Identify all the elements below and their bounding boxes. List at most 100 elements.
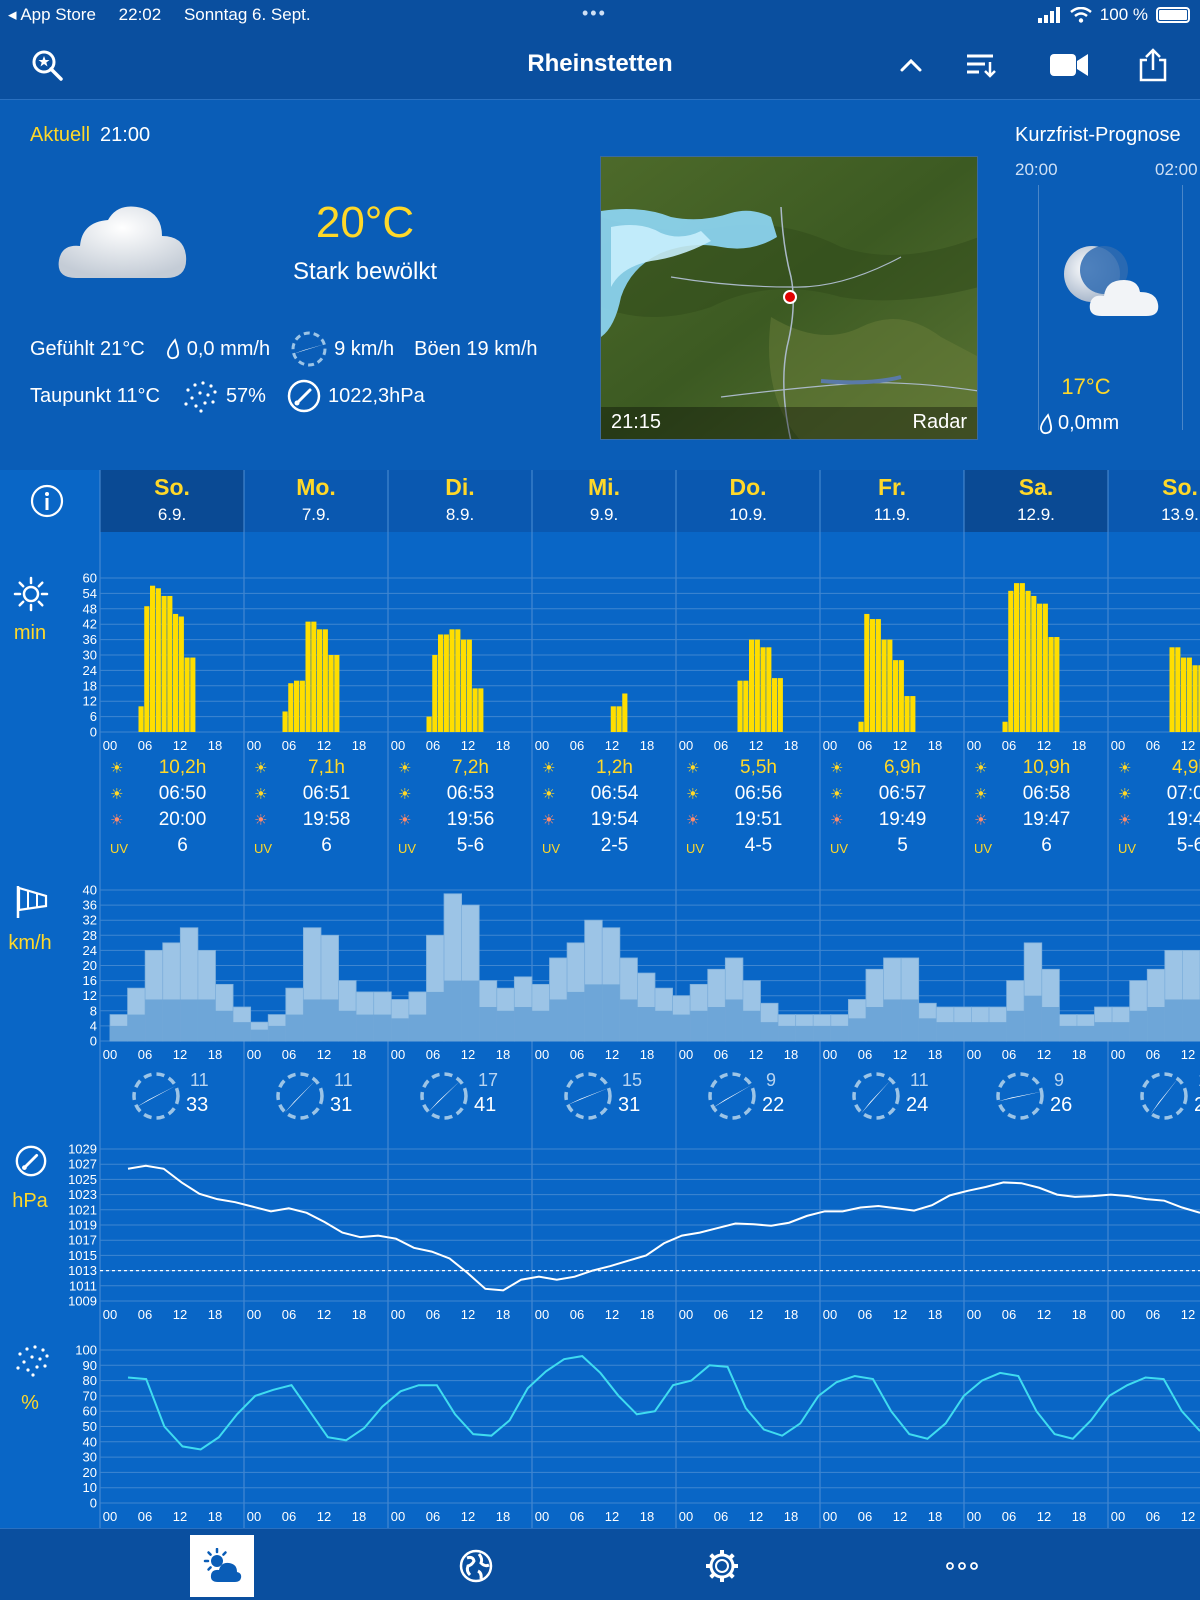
- x-tick-label: 18: [1072, 1509, 1086, 1524]
- sunset-time: 19:47: [1022, 809, 1071, 830]
- x-tick-label: 12: [173, 1509, 187, 1524]
- sunshine-bar: [466, 639, 472, 732]
- sunrise-time: 06:54: [590, 783, 639, 804]
- y-tick-label: 1009: [68, 1294, 97, 1309]
- y-tick-label: 18: [83, 678, 97, 693]
- y-tick-label: 1015: [68, 1248, 97, 1263]
- x-tick-label: 00: [247, 1509, 261, 1524]
- sunrise-time: 06:57: [878, 783, 927, 804]
- sunshine-bar: [1048, 637, 1054, 732]
- sunshine-bar: [622, 693, 628, 732]
- x-tick-label: 18: [640, 738, 654, 753]
- sunshine-bar: [749, 639, 755, 732]
- x-tick-label: 00: [247, 738, 261, 753]
- sunrise-time: 07:00: [1166, 783, 1200, 804]
- y-tick-label: 36: [83, 898, 97, 913]
- uv-index: 5: [897, 835, 908, 856]
- wind-mean-bar: [901, 999, 919, 1041]
- sun-icon: ☀: [110, 760, 124, 777]
- x-tick-label: 18: [496, 738, 510, 753]
- sunshine-bar: [443, 634, 449, 732]
- x-tick-label: 18: [928, 738, 942, 753]
- sunshine-bar: [322, 629, 328, 732]
- x-tick-label: 00: [967, 1307, 981, 1322]
- sunshine-bar: [190, 657, 196, 732]
- sunset-icon: ☀: [110, 812, 124, 829]
- wind-arrow-icon: [708, 1072, 756, 1120]
- x-tick-label: 00: [103, 1307, 117, 1322]
- y-tick-label: 1025: [68, 1172, 97, 1187]
- wind-mean-bar: [285, 1014, 304, 1041]
- sun-icon: ☀: [1118, 760, 1132, 777]
- x-tick-label: 06: [426, 1307, 440, 1322]
- sunshine-bar: [1181, 657, 1187, 732]
- y-tick-label: 1021: [68, 1202, 97, 1217]
- x-tick-label: 00: [967, 1509, 981, 1524]
- wind-arrow-icon: [1140, 1072, 1188, 1120]
- x-tick-label: 12: [893, 1307, 907, 1322]
- sunshine-bar: [904, 696, 910, 732]
- sunshine-hours: 10,2h: [158, 757, 207, 778]
- sun-icon: ☀: [974, 760, 988, 777]
- sun-unit-label: min: [13, 622, 47, 644]
- x-tick-label: 00: [679, 738, 693, 753]
- sunshine-bar: [178, 616, 184, 732]
- sunset-icon: ☀: [1118, 812, 1132, 829]
- sun-icon: ☀: [686, 760, 700, 777]
- wind-mean-bar: [145, 999, 163, 1041]
- sunshine-bar: [288, 683, 294, 732]
- wind-mean-bar: [1006, 1010, 1025, 1041]
- wind-mean-value: 11: [334, 1070, 353, 1090]
- uv-index: 6: [321, 835, 332, 856]
- x-tick-label: 00: [535, 1307, 549, 1322]
- tab-bar: [0, 1528, 1200, 1600]
- wind-mean-bar: [531, 1010, 550, 1041]
- x-tick-label: 12: [461, 1047, 475, 1062]
- wind-mean-bar: [725, 999, 743, 1041]
- sunset-time: 19:56: [446, 809, 495, 830]
- y-tick-label: 40: [83, 1434, 97, 1449]
- x-tick-label: 18: [640, 1307, 654, 1322]
- x-tick-label: 18: [352, 1307, 366, 1322]
- x-tick-label: 06: [570, 1047, 584, 1062]
- x-tick-label: 18: [640, 1509, 654, 1524]
- x-tick-label: 18: [208, 1307, 222, 1322]
- x-tick-label: 12: [1037, 1047, 1051, 1062]
- x-tick-label: 06: [714, 1307, 728, 1322]
- sunshine-bar: [144, 606, 150, 732]
- y-tick-label: 36: [83, 632, 97, 647]
- tab-settings[interactable]: [690, 1535, 754, 1597]
- x-tick-label: 00: [103, 738, 117, 753]
- tab-map[interactable]: [444, 1535, 508, 1597]
- wind-mean-bar: [567, 991, 585, 1041]
- y-tick-label: 12: [83, 988, 97, 1003]
- tab-more[interactable]: [930, 1535, 994, 1597]
- wind-mean-bar: [162, 999, 181, 1041]
- x-tick-label: 00: [823, 1047, 837, 1062]
- x-tick-label: 00: [535, 1509, 549, 1524]
- x-tick-label: 18: [352, 1509, 366, 1524]
- sunshine-bar: [858, 721, 864, 732]
- x-tick-label: 12: [1037, 1307, 1051, 1322]
- x-tick-label: 12: [461, 1307, 475, 1322]
- day-wind-summary: 15 31: [532, 1070, 673, 1130]
- x-tick-label: 00: [535, 738, 549, 753]
- sunset-icon: ☀: [686, 812, 700, 829]
- barometer-icon: [15, 1145, 47, 1177]
- tab-weather[interactable]: [190, 1535, 254, 1597]
- sunshine-bar: [449, 629, 455, 732]
- sunshine-bar: [478, 688, 484, 732]
- sunshine-bar: [294, 680, 300, 732]
- sunshine-bar: [461, 639, 467, 732]
- x-tick-label: 06: [570, 738, 584, 753]
- x-tick-label: 18: [352, 738, 366, 753]
- uv-label: UV: [398, 841, 417, 856]
- x-tick-label: 18: [208, 1047, 222, 1062]
- sunrise-icon: ☀: [974, 786, 988, 803]
- humidity-dots-icon: [16, 1345, 49, 1377]
- sunset-icon: ☀: [542, 812, 556, 829]
- uv-index: 5-6: [1176, 835, 1200, 856]
- sunset-time: 19:45: [1166, 809, 1200, 830]
- wind-mean-bar: [760, 1022, 779, 1041]
- uv-index: 5-6: [456, 835, 485, 856]
